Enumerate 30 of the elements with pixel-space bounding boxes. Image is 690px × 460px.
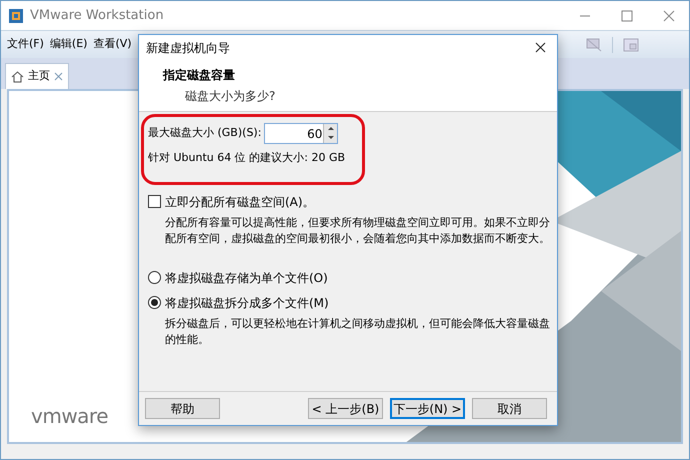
size-spinbox[interactable]: 60 xyxy=(264,123,338,144)
tab-label: 主页 xyxy=(28,68,50,84)
allocate-checkbox[interactable] xyxy=(148,195,161,208)
app-icon xyxy=(9,8,23,22)
recommended-size: 针对 Ubuntu 64 位 的建议大小: 20 GB xyxy=(148,150,346,166)
page-heading: 指定磁盘容量 xyxy=(163,67,236,84)
page-subtitle: 磁盘大小为多少? xyxy=(184,88,276,105)
size-label: 最大磁盘大小 (GB)(S): xyxy=(148,125,262,142)
radio-label: 将虚拟磁盘拆分成多个文件(M) xyxy=(165,294,329,312)
home-tab[interactable]: 主页 xyxy=(5,63,69,89)
dialog-title: 新建虚拟机向导 xyxy=(146,40,230,56)
radio-button[interactable] xyxy=(148,271,161,284)
menu-item[interactable]: 查看(V) xyxy=(93,36,132,53)
menu-item[interactable]: 编辑(E) xyxy=(50,36,88,53)
menu-item[interactable]: 文件(F) xyxy=(7,36,44,53)
home-icon xyxy=(11,70,24,82)
maximize-icon[interactable] xyxy=(621,10,633,22)
dialog-button[interactable]: 取消 xyxy=(472,398,547,419)
allocate-note: 分配所有容量可以提高性能，但要求所有物理磁盘空间立即可用。如果不立即分配所有空间，虚拟磁盘的空间最初很小，会随着您向其中添加数据而不断变大。 xyxy=(165,214,550,246)
radio-button[interactable] xyxy=(148,296,161,309)
dialog-button[interactable]: 帮助 xyxy=(145,398,220,419)
size-field[interactable]: 60 xyxy=(265,124,324,143)
dialog-button[interactable]: < 上一步(B) xyxy=(308,398,383,419)
allocate-label: 立即分配所有磁盘空间(A)。 xyxy=(165,194,315,210)
close-icon[interactable] xyxy=(535,42,546,53)
window-title: VMware Workstation xyxy=(30,6,164,25)
split-note: 拆分磁盘后，可以更轻松地在计算机之间移动虚拟机，但可能会降低大容量磁盘的性能。 xyxy=(165,316,550,348)
vmware-logo: vmware xyxy=(31,403,108,430)
dialog-button[interactable]: 下一步(N) > xyxy=(390,398,465,419)
radio-label: 将虚拟磁盘存储为单个文件(O) xyxy=(165,270,328,286)
